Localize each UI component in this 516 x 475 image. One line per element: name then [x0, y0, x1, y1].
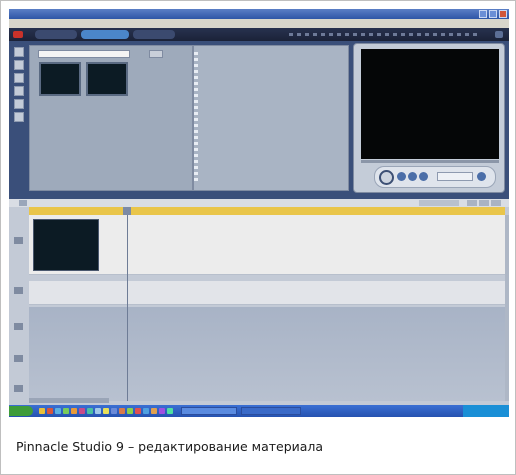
quick-launch-icon[interactable]	[55, 408, 61, 414]
text-view-icon[interactable]	[491, 200, 501, 206]
window-title-bar[interactable]	[9, 9, 509, 19]
video-clip[interactable]	[33, 219, 99, 271]
album-panel	[29, 45, 193, 191]
rewind-icon[interactable]	[408, 172, 417, 181]
timeline-header	[9, 199, 509, 207]
still-images-tab-icon[interactable]	[14, 86, 24, 96]
app-logo-icon	[13, 31, 23, 38]
timeline-ruler[interactable]	[29, 207, 505, 215]
scene-thumbnail[interactable]	[39, 62, 81, 96]
timeline-panel	[9, 199, 509, 405]
quick-launch-icon[interactable]	[95, 408, 101, 414]
title-track[interactable]	[29, 281, 505, 305]
play-icon[interactable]	[379, 170, 394, 185]
taskbar-window-button[interactable]	[181, 407, 237, 415]
system-tray	[463, 405, 509, 417]
windows-taskbar	[9, 405, 509, 417]
title-track-icon[interactable]	[14, 287, 23, 294]
preview-screen	[361, 49, 499, 159]
quick-launch-icon[interactable]	[47, 408, 53, 414]
sound-effect-track-icon[interactable]	[14, 355, 23, 362]
scene-thumbnail[interactable]	[86, 62, 128, 96]
player-panel	[353, 43, 505, 193]
mode-bar	[9, 28, 509, 41]
preview-scrubber[interactable]	[361, 160, 499, 163]
quick-launch-icon[interactable]	[143, 408, 149, 414]
playhead-line	[127, 215, 128, 401]
playhead-handle[interactable]	[123, 207, 131, 215]
audio-tracks[interactable]	[29, 307, 505, 401]
application-screenshot	[9, 9, 509, 417]
mode-bar-decoration	[289, 33, 479, 36]
timeline-horizontal-scrollbar[interactable]	[29, 398, 109, 403]
timeline-tracks	[29, 215, 505, 401]
tab-edit[interactable]	[81, 30, 129, 39]
stop-icon[interactable]	[397, 172, 406, 181]
tab-make-movie[interactable]	[133, 30, 175, 39]
quick-launch-icon[interactable]	[127, 408, 133, 414]
video-track-icon[interactable]	[14, 237, 23, 244]
close-icon[interactable]	[499, 10, 507, 18]
timecode-secondary	[415, 181, 455, 187]
transitions-tab-icon[interactable]	[14, 60, 24, 70]
quick-launch-icon[interactable]	[79, 408, 85, 414]
album-right-page	[193, 45, 349, 191]
quick-launch-icon[interactable]	[167, 408, 173, 414]
start-button[interactable]	[9, 406, 33, 416]
quick-launch-icon[interactable]	[151, 408, 157, 414]
titles-tab-icon[interactable]	[14, 73, 24, 83]
quick-launch-icon[interactable]	[119, 408, 125, 414]
track-icons	[11, 215, 27, 401]
quick-launch-icon[interactable]	[159, 408, 165, 414]
tab-capture[interactable]	[35, 30, 77, 39]
timecode-counter[interactable]	[437, 172, 473, 181]
window-controls	[479, 10, 507, 18]
chevron-down-icon[interactable]	[149, 50, 163, 58]
audio-track-icon[interactable]	[14, 323, 23, 330]
album-binding-decoration	[194, 52, 198, 184]
music-tab-icon[interactable]	[14, 112, 24, 122]
fast-forward-icon[interactable]	[419, 172, 428, 181]
album-source-dropdown[interactable]	[38, 50, 130, 58]
quick-launch-icon[interactable]	[87, 408, 93, 414]
figure-frame: Pinnacle Studio 9 – редактирование матер…	[0, 0, 516, 475]
menu-bar	[9, 19, 509, 28]
video-scenes-tab-icon[interactable]	[14, 47, 24, 57]
quick-launch-icon[interactable]	[63, 408, 69, 414]
quick-launch-icon[interactable]	[135, 408, 141, 414]
music-track-icon[interactable]	[14, 385, 23, 392]
quick-launch-icon[interactable]	[103, 408, 109, 414]
taskbar-window-button[interactable]	[241, 407, 301, 415]
quick-launch-icon[interactable]	[71, 408, 77, 414]
timeline-zoom-slider[interactable]	[419, 200, 459, 206]
figure-caption: Pinnacle Studio 9 – редактирование матер…	[16, 439, 324, 454]
video-track[interactable]	[29, 215, 505, 275]
timeline-view-icon[interactable]	[19, 200, 27, 206]
timeline-vertical-scrollbar[interactable]	[505, 215, 509, 401]
sound-effects-tab-icon[interactable]	[14, 99, 24, 109]
player-controls	[374, 166, 496, 188]
help-icon[interactable]	[495, 31, 503, 38]
timeline-view-icon[interactable]	[479, 200, 489, 206]
storyboard-view-icon[interactable]	[467, 200, 477, 206]
minimize-icon[interactable]	[479, 10, 487, 18]
album-tool-tabs	[14, 47, 28, 147]
quick-launch-icon[interactable]	[39, 408, 45, 414]
quick-launch-icon[interactable]	[111, 408, 117, 414]
fullscreen-icon[interactable]	[477, 172, 486, 181]
maximize-icon[interactable]	[489, 10, 497, 18]
